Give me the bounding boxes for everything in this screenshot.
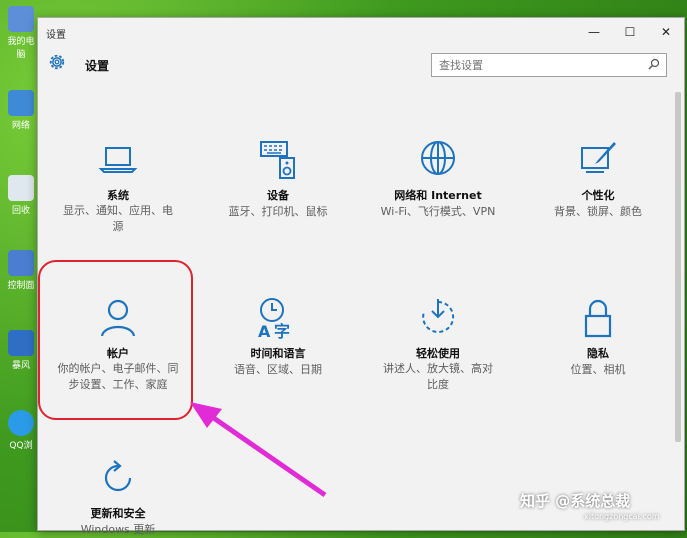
watermark: 知乎 @系统总裁 xitongzongcai.com xyxy=(520,490,660,521)
desktop-icon-label: 控制面 xyxy=(7,281,35,291)
recycle-bin-icon xyxy=(8,175,34,201)
desktop-icon-label: 我的电脑 xyxy=(7,37,35,60)
svg-text:A: A xyxy=(258,322,271,340)
tile-update-security[interactable]: 更新和安全 Windows 更新 xyxy=(43,456,193,538)
tile-name: 更新和安全 xyxy=(90,507,146,520)
accounts-highlight-circle xyxy=(38,260,193,420)
search-box[interactable] xyxy=(431,53,667,77)
tile-system[interactable]: 系统 显示、通知、应用、电源 xyxy=(43,138,193,235)
desktop-icon-network[interactable]: 网络 xyxy=(4,90,38,131)
storm-player-icon xyxy=(8,330,34,356)
tile-desc: Wi-Fi、飞行模式、VPN xyxy=(380,205,496,218)
watermark-text: 知乎 @系统总裁 xyxy=(520,492,631,510)
tile-desc: 讲述人、放大镜、高对比度 xyxy=(383,362,493,391)
desktop-icon-computer[interactable]: 我的电脑 xyxy=(4,6,38,60)
tile-desc: 背景、锁屏、颜色 xyxy=(554,205,642,218)
title-bar[interactable]: 设置 — ☐ ✕ xyxy=(38,18,684,46)
desktop-icon-storm[interactable]: 暴风 xyxy=(4,330,38,371)
desktop-icon-label: 回收 xyxy=(11,206,30,216)
globe-icon xyxy=(421,141,455,175)
desktop-icon-label: 网络 xyxy=(11,121,30,131)
tile-personalization[interactable]: 个性化 背景、锁屏、颜色 xyxy=(523,138,673,220)
tile-name: 设备 xyxy=(267,189,289,202)
tile-network[interactable]: 网络和 Internet Wi-Fi、飞行模式、VPN xyxy=(363,138,513,220)
desktop-icon-label: 暴风 xyxy=(11,361,30,371)
tile-time-language[interactable]: A 字 时间和语言 语音、区域、日期 xyxy=(203,296,353,378)
tile-desc: 位置、相机 xyxy=(570,363,626,376)
page-title: 设置 xyxy=(85,59,110,73)
computer-icon xyxy=(8,6,34,32)
tile-devices[interactable]: 设备 蓝牙、打印机、鼠标 xyxy=(203,138,353,220)
control-panel-icon xyxy=(8,250,34,276)
tile-privacy[interactable]: 隐私 位置、相机 xyxy=(523,296,673,378)
lock-icon xyxy=(584,299,612,338)
scrollbar[interactable] xyxy=(675,92,681,442)
maximize-button[interactable]: ☐ xyxy=(612,20,648,44)
watermark-url: xitongzongcai.com xyxy=(584,512,660,521)
refresh-icon xyxy=(104,460,132,492)
tile-name: 隐私 xyxy=(587,347,609,360)
tile-desc: Windows 更新 xyxy=(80,523,156,536)
tile-name: 系统 xyxy=(107,189,129,202)
laptop-icon xyxy=(98,147,138,173)
settings-window: 设置 — ☐ ✕ 设置 系统 显示、通知、应用、电源 xyxy=(37,17,685,536)
network-icon xyxy=(8,90,34,116)
minimize-button[interactable]: — xyxy=(576,20,612,44)
ease-of-access-icon xyxy=(422,299,455,333)
search-icon[interactable] xyxy=(648,58,660,70)
qq-browser-icon xyxy=(8,410,34,436)
gear-icon xyxy=(49,54,65,70)
window-title: 设置 xyxy=(46,30,66,41)
tile-ease-of-access[interactable]: 轻松使用 讲述人、放大镜、高对比度 xyxy=(363,296,513,393)
time-language-icon: A 字 xyxy=(258,298,290,340)
desktop-icon-control-panel[interactable]: 控制面 xyxy=(4,250,38,291)
desktop-icon-label: QQ浏 xyxy=(9,441,33,451)
svg-text:字: 字 xyxy=(274,322,290,340)
desktop-icon-recycle[interactable]: 回收 xyxy=(4,175,38,216)
tile-desc: 语音、区域、日期 xyxy=(234,363,322,376)
paint-monitor-icon xyxy=(581,142,616,173)
keyboard-speaker-icon xyxy=(260,141,295,179)
tile-name: 时间和语言 xyxy=(250,347,306,360)
tile-desc: 显示、通知、应用、电源 xyxy=(63,204,173,233)
desktop-icon-qq-browser[interactable]: QQ浏 xyxy=(4,410,38,451)
tile-desc: 蓝牙、打印机、鼠标 xyxy=(228,205,328,218)
tile-name: 轻松使用 xyxy=(416,347,460,360)
close-button[interactable]: ✕ xyxy=(648,20,684,44)
tile-name: 网络和 Internet xyxy=(394,189,482,202)
tile-name: 个性化 xyxy=(581,189,615,202)
search-input[interactable] xyxy=(432,55,639,76)
